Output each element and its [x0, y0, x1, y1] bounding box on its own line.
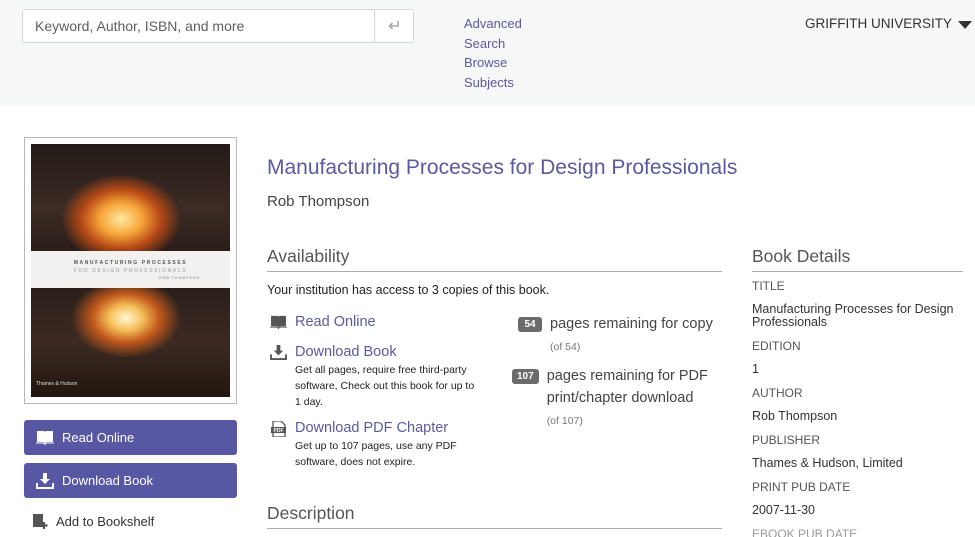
read-online-label: Read Online — [62, 430, 135, 445]
detail-value-publisher: Thames & Hudson, Limited — [752, 456, 903, 470]
detail-label-ebook-pub-date: EBOOK PUB DATE — [752, 527, 858, 537]
institution-name: GRIFFITH UNIVERSITY — [805, 16, 953, 31]
pdf-quota-text: pages remaining for PDF print/chapter do… — [546, 368, 708, 406]
search-submit-button[interactable] — [374, 10, 413, 42]
book-cover-image: MANUFACTURING PROCESSES FOR DESIGN PROFE… — [31, 144, 230, 397]
book-details-heading: Book Details — [752, 246, 963, 272]
pdf-quota-total: (of 107) — [546, 415, 583, 427]
add-to-bookshelf-button[interactable]: Add to Bookshelf — [32, 513, 154, 529]
download-icon — [36, 472, 54, 489]
availability-heading: Availability — [267, 246, 722, 272]
search-box — [22, 9, 414, 43]
book-author[interactable]: Rob Thompson — [267, 193, 369, 210]
detail-label-title: TITLE — [752, 279, 785, 293]
cover-author: ROB THOMPSON — [159, 276, 200, 280]
detail-label-edition: EDITION — [752, 339, 801, 353]
bookshelf-add-icon — [33, 514, 48, 529]
institution-menu[interactable]: GRIFFITH UNIVERSITY — [805, 16, 973, 31]
header-nav: Advanced Search Browse Subjects — [464, 14, 522, 92]
detail-value-edition: 1 — [752, 362, 759, 376]
access-note: Your institution has access to 3 copies … — [267, 283, 550, 297]
detail-value-print-pub-date: 2007-11-30 — [752, 503, 816, 517]
download-book-description: Get all pages, require free third-party … — [295, 364, 475, 408]
option-download-book: Download Book Get all pages, require fre… — [270, 343, 475, 410]
nav-subjects-link[interactable]: Subjects — [464, 73, 522, 93]
book-open-icon — [270, 315, 287, 329]
nav-browse-link[interactable]: Browse — [464, 53, 522, 73]
page-title: Manufacturing Processes for Design Profe… — [267, 156, 738, 179]
pdf-quota: 107 pages remaining for PDF print/chapte… — [512, 365, 727, 432]
search-input[interactable] — [23, 10, 374, 42]
download-book-button[interactable]: Download Book — [24, 463, 237, 498]
download-book-link[interactable]: Download Book — [295, 344, 397, 360]
copy-quota-total: (of 54) — [550, 341, 581, 353]
option-download-pdf-chapter: PDF Download PDF Chapter Get up to 107 p… — [270, 419, 475, 470]
cover-publisher: Thames & Hudson — [36, 381, 78, 387]
cover-title-band: MANUFACTURING PROCESSES FOR DESIGN PROFE… — [31, 251, 230, 288]
description-heading: Description — [267, 503, 722, 529]
download-pdf-chapter-link[interactable]: Download PDF Chapter — [295, 420, 448, 436]
book-details-list: TITLE Manufacturing Processes for Design… — [752, 279, 967, 537]
nav-search-link[interactable]: Search — [464, 34, 522, 54]
svg-text:PDF: PDF — [274, 428, 284, 434]
enter-arrow-icon — [388, 21, 399, 30]
detail-value-author[interactable]: Rob Thompson — [752, 410, 967, 423]
add-to-bookshelf-label: Add to Bookshelf — [56, 513, 155, 529]
read-online-button[interactable]: Read Online — [24, 420, 237, 455]
download-icon — [270, 345, 287, 360]
detail-value-title: Manufacturing Processes for Design Profe… — [752, 302, 954, 329]
detail-label-publisher: PUBLISHER — [752, 433, 821, 447]
book-cover: MANUFACTURING PROCESSES FOR DESIGN PROFE… — [24, 137, 237, 404]
pdf-pages-badge: 107 — [512, 369, 539, 384]
caret-down-icon — [958, 20, 973, 29]
book-open-icon — [36, 431, 54, 445]
copy-quota-text: pages remaining for copy — [550, 316, 713, 332]
download-pdf-chapter-description: Get up to 107 pages, use any PDF softwar… — [295, 440, 457, 468]
cover-photo-top — [31, 144, 230, 251]
detail-label-print-pub-date: PRINT PUB DATE — [752, 480, 851, 494]
pdf-file-icon: PDF — [271, 421, 286, 437]
read-online-link[interactable]: Read Online — [295, 314, 376, 330]
top-header: Advanced Search Browse Subjects GRIFFITH… — [0, 0, 975, 106]
cover-photo-bottom: Thames & Hudson — [31, 288, 230, 397]
detail-label-author: AUTHOR — [752, 386, 803, 400]
option-read-online: Read Online — [270, 313, 376, 331]
copy-pages-badge: 54 — [518, 317, 542, 332]
cover-title-line1: MANUFACTURING PROCESSES — [73, 260, 188, 266]
copy-quota: 54 pages remaining for copy (of 54) — [518, 313, 720, 358]
nav-advanced-link[interactable]: Advanced — [464, 14, 522, 34]
cover-title-line2: FOR DESIGN PROFESSIONALS — [73, 268, 188, 274]
download-book-label: Download Book — [62, 473, 154, 488]
